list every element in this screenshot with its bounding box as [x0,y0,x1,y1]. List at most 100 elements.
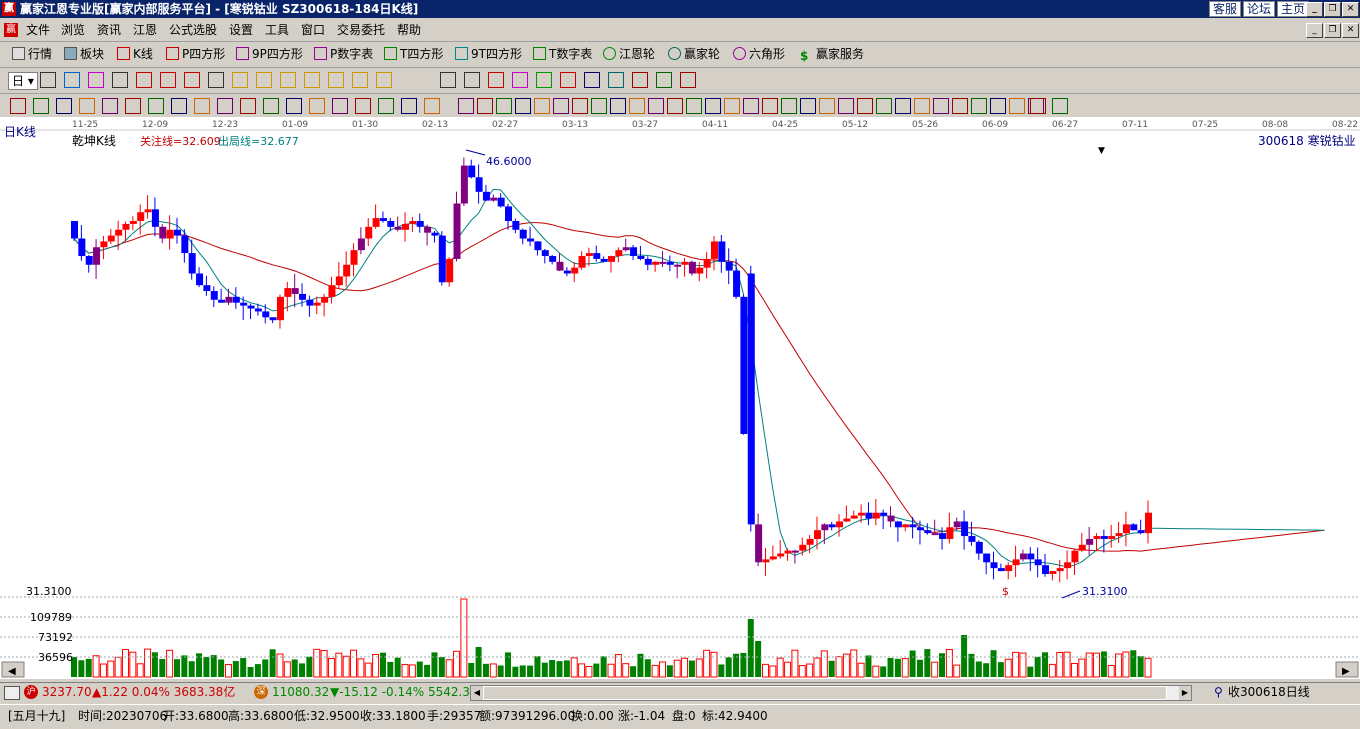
9t-square-button[interactable]: 9T四方形 [455,46,522,62]
draw-tool-icon-19[interactable] [424,98,440,114]
doc-minimize-icon[interactable]: _ [1306,23,1323,38]
hscroll-thumb[interactable] [483,686,1167,700]
winner-wheel-button[interactable]: 赢家轮 [668,46,720,62]
draw-tool-icon-8[interactable] [171,98,187,114]
fav-label[interactable]: 收300618日线 [1228,683,1310,702]
draw-tool-icon-14[interactable] [309,98,325,114]
9p-square-button[interactable]: 9P四方形 [236,46,303,62]
draw-tool-icon-39[interactable] [819,98,835,114]
draw-tool-icon-52[interactable] [1052,98,1068,114]
sector-button[interactable]: 板块 [64,46,104,62]
hscroll-right-icon[interactable]: ▶ [1179,686,1191,700]
tool-icon-16[interactable] [440,72,456,88]
menu-info[interactable]: 资讯 [97,19,121,41]
tool-icon-1[interactable] [40,72,56,88]
draw-tool-icon-35[interactable] [743,98,759,114]
draw-tool-icon-12[interactable] [263,98,279,114]
draw-tool-icon-33[interactable] [705,98,721,114]
tool-icon-3[interactable] [88,72,104,88]
tool-icon-23[interactable] [608,72,624,88]
draw-tool-icon-5[interactable] [102,98,118,114]
calculator-icon[interactable] [4,686,20,700]
draw-tool-icon-18[interactable] [401,98,417,114]
draw-tool-icon-16[interactable] [355,98,371,114]
tool-icon-21[interactable] [560,72,576,88]
tool-icon-22[interactable] [584,72,600,88]
doc-restore-icon[interactable]: ❐ [1324,23,1341,38]
draw-tool-icon-7[interactable] [148,98,164,114]
menu-formula[interactable]: 公式选股 [169,19,217,41]
close-icon[interactable]: ✕ [1342,2,1359,17]
tool-icon-26[interactable] [680,72,696,88]
restore-icon[interactable]: ❐ [1324,2,1341,17]
draw-tool-icon-9[interactable] [194,98,210,114]
draw-tool-icon-34[interactable] [724,98,740,114]
kline-chart[interactable]: 11-25 12-09 12-23 01-09 01-30 02-13 02-27 03-13… [0,117,1360,679]
menu-settings[interactable]: 设置 [229,19,253,41]
tool-icon-13[interactable] [328,72,344,88]
draw-tool-icon-51[interactable] [1030,98,1046,114]
doc-close-icon[interactable]: ✕ [1342,23,1359,38]
tool-icon-20[interactable] [536,72,552,88]
horizontal-scrollbar[interactable]: ◀ ▶ [470,685,1192,701]
tool-icon-24[interactable] [632,72,648,88]
draw-tool-icon-47[interactable] [971,98,987,114]
draw-tool-icon-2[interactable] [33,98,49,114]
menu-file[interactable]: 文件 [26,19,50,41]
hscroll-left-icon[interactable]: ◀ [471,686,483,700]
tool-icon-8[interactable] [208,72,224,88]
draw-tool-icon-24[interactable] [534,98,550,114]
quote-button[interactable]: 行情 [12,46,52,62]
draw-tool-icon-41[interactable] [857,98,873,114]
draw-tool-icon-40[interactable] [838,98,854,114]
p-table-button[interactable]: P数字表 [314,46,373,62]
menu-gann[interactable]: 江恩 [133,19,157,41]
home-link[interactable]: 主页 [1277,1,1310,17]
menu-window[interactable]: 窗口 [301,19,325,41]
service-link[interactable]: 客服 [1209,1,1242,17]
tool-icon-25[interactable] [656,72,672,88]
draw-tool-icon-44[interactable] [914,98,930,114]
menu-browse[interactable]: 浏览 [61,19,85,41]
draw-tool-icon-45[interactable] [933,98,949,114]
t-square-button[interactable]: T四方形 [384,46,443,62]
draw-tool-icon-43[interactable] [895,98,911,114]
draw-tool-icon-1[interactable] [10,98,26,114]
tool-icon-4[interactable] [112,72,128,88]
kline-button[interactable]: K线 [117,46,153,62]
draw-tool-icon-20[interactable] [458,98,474,114]
gann-wheel-button[interactable]: 江恩轮 [603,46,655,62]
menu-trade[interactable]: 交易委托 [337,19,385,41]
tool-icon-11[interactable] [280,72,296,88]
tool-icon-12[interactable] [304,72,320,88]
draw-tool-icon-36[interactable] [762,98,778,114]
draw-tool-icon-11[interactable] [240,98,256,114]
draw-tool-icon-27[interactable] [591,98,607,114]
draw-tool-icon-15[interactable] [332,98,348,114]
tool-icon-14[interactable] [352,72,368,88]
draw-tool-icon-38[interactable] [800,98,816,114]
t-table-button[interactable]: T数字表 [533,46,592,62]
draw-tool-icon-28[interactable] [610,98,626,114]
draw-tool-icon-37[interactable] [781,98,797,114]
tool-icon-5[interactable] [136,72,152,88]
draw-tool-icon-48[interactable] [990,98,1006,114]
chart-area[interactable]: 11-25 12-09 12-23 01-09 01-30 02-13 02-27 03-13… [0,117,1360,679]
draw-tool-icon-31[interactable] [667,98,683,114]
draw-tool-icon-4[interactable] [79,98,95,114]
draw-tool-icon-10[interactable] [217,98,233,114]
draw-tool-icon-22[interactable] [496,98,512,114]
draw-tool-icon-21[interactable] [477,98,493,114]
forum-link[interactable]: 论坛 [1243,1,1276,17]
draw-tool-icon-29[interactable] [629,98,645,114]
draw-tool-icon-49[interactable] [1009,98,1025,114]
tool-icon-2[interactable] [64,72,80,88]
tool-icon-19[interactable] [512,72,528,88]
menu-help[interactable]: 帮助 [397,19,421,41]
tool-icon-18[interactable] [488,72,504,88]
menu-tools[interactable]: 工具 [265,19,289,41]
tool-icon-17[interactable] [464,72,480,88]
tool-icon-7[interactable] [184,72,200,88]
p-square-button[interactable]: P四方形 [166,46,225,62]
draw-tool-icon-23[interactable] [515,98,531,114]
